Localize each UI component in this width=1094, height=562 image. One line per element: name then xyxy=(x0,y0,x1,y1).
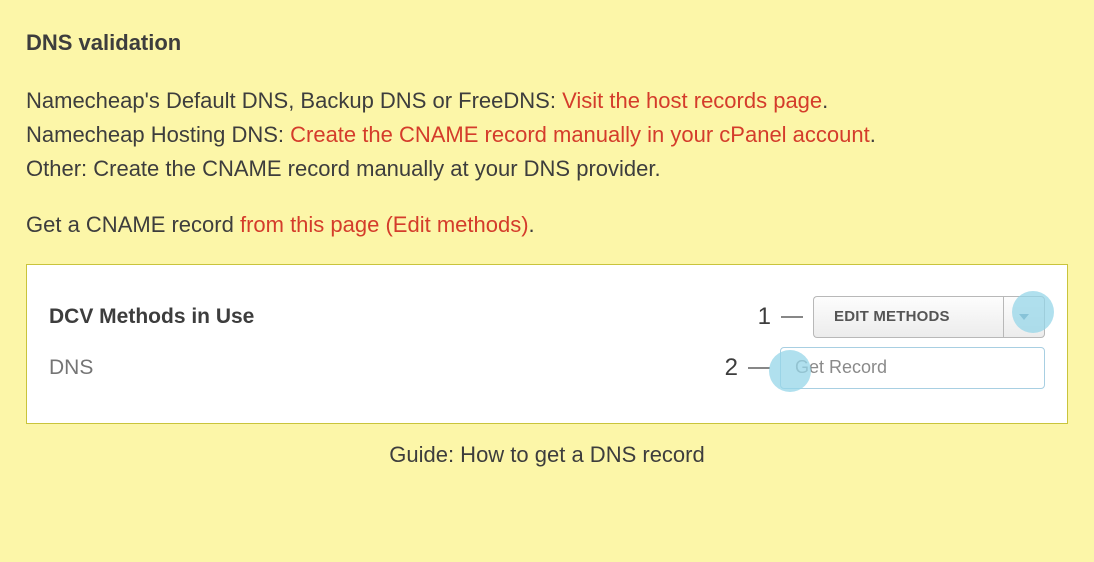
edit-methods-button[interactable]: EDIT METHODS xyxy=(813,296,1003,338)
panel-title: DCV Methods in Use xyxy=(49,305,254,329)
dns-options-paragraph: Namecheap's Default DNS, Backup DNS or F… xyxy=(26,84,1068,186)
text-suffix-1: . xyxy=(822,88,828,113)
edit-methods-dropdown-toggle[interactable] xyxy=(1003,296,1045,338)
link-host-records[interactable]: Visit the host records page xyxy=(562,88,822,113)
step-dash-icon xyxy=(748,367,770,369)
hint-highlight-icon xyxy=(1012,291,1054,333)
text-suffix-2: . xyxy=(870,122,876,147)
caret-down-icon xyxy=(1019,314,1029,320)
text-prefix-2: Namecheap Hosting DNS: xyxy=(26,122,290,147)
section-heading: DNS validation xyxy=(26,30,1068,56)
step-dash-icon xyxy=(781,316,803,318)
step-number-1: 1 xyxy=(758,303,771,331)
cname-suffix: . xyxy=(529,212,535,237)
step-number-2: 2 xyxy=(725,354,738,382)
link-create-cname-cpanel[interactable]: Create the CNAME record manually in your… xyxy=(290,122,870,147)
figure-caption: Guide: How to get a DNS record xyxy=(26,442,1068,468)
method-label: DNS xyxy=(49,356,93,380)
cname-instruction: Get a CNAME record from this page (Edit … xyxy=(26,208,1068,242)
get-record-option[interactable]: Get Record xyxy=(780,347,1045,389)
dropdown-item-label: Get Record xyxy=(795,357,887,378)
dcv-methods-panel: DCV Methods in Use 1 EDIT METHODS DNS 2 xyxy=(26,264,1068,424)
cname-prefix: Get a CNAME record xyxy=(26,212,240,237)
link-edit-methods-page[interactable]: from this page (Edit methods) xyxy=(240,212,529,237)
edit-methods-button-group: EDIT METHODS xyxy=(813,296,1045,338)
text-line-3: Other: Create the CNAME record manually … xyxy=(26,152,1068,186)
text-prefix-1: Namecheap's Default DNS, Backup DNS or F… xyxy=(26,88,562,113)
